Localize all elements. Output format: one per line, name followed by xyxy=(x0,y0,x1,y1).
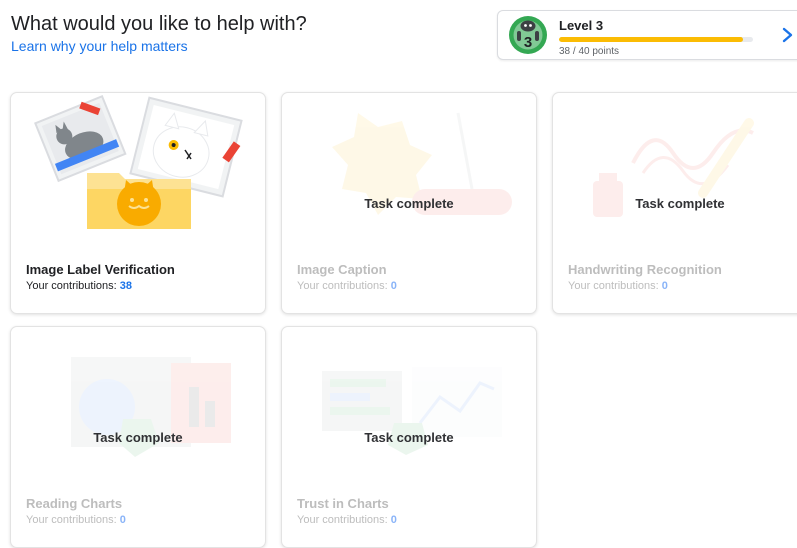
contributions-label: Your contributions: xyxy=(26,280,120,292)
task-complete-label: Task complete xyxy=(364,430,454,445)
task-contributions: Your contributions: 38 xyxy=(26,280,132,292)
task-contributions: Your contributions: 0 xyxy=(568,280,668,292)
task-contributions: Your contributions: 0 xyxy=(26,514,126,526)
handwriting-illustration-icon xyxy=(593,118,754,217)
level-points: 38 / 40 points xyxy=(559,46,620,57)
contributions-label: Your contributions: xyxy=(297,280,391,292)
contributions-count: 0 xyxy=(119,514,126,526)
task-contributions: Your contributions: 0 xyxy=(297,280,397,292)
task-complete-label: Task complete xyxy=(93,430,183,445)
page-title: What would you like to help with? xyxy=(11,13,307,35)
task-card-image-label-verification[interactable]: Image Label Verification Your contributi… xyxy=(10,92,266,314)
task-name: Handwriting Recognition xyxy=(568,262,722,277)
contributions-label: Your contributions: xyxy=(568,280,662,292)
task-name: Image Label Verification xyxy=(26,262,175,277)
learn-why-link[interactable]: Learn why your help matters xyxy=(11,38,188,54)
level-badge-icon: 3 xyxy=(509,16,547,54)
reading-charts-illustration-icon xyxy=(71,357,231,457)
task-contributions: Your contributions: 0 xyxy=(297,514,397,526)
contributions-label: Your contributions: xyxy=(26,514,120,526)
image-caption-illustration-icon xyxy=(332,112,512,215)
level-progress-bar xyxy=(559,37,753,42)
contributions-count: 38 xyxy=(119,280,133,292)
task-name: Trust in Charts xyxy=(297,496,389,511)
task-name: Image Caption xyxy=(297,262,387,277)
task-card-image-caption[interactable]: Task complete Image Caption Your contrib… xyxy=(281,92,537,314)
task-complete-label: Task complete xyxy=(364,196,454,211)
contributions-count: 0 xyxy=(390,280,397,292)
level-title: Level 3 xyxy=(559,18,604,33)
level-card[interactable]: 3 Level 3 38 / 40 points xyxy=(497,10,797,60)
image-label-illustration-icon xyxy=(34,95,243,229)
contributions-count: 0 xyxy=(661,280,668,292)
task-complete-label: Task complete xyxy=(635,196,725,211)
task-name: Reading Charts xyxy=(26,496,123,511)
contributions-label: Your contributions: xyxy=(297,514,391,526)
level-progress-fill xyxy=(559,37,744,42)
trust-in-charts-illustration-icon xyxy=(322,367,502,455)
level-badge-number: 3 xyxy=(524,34,532,51)
task-card-handwriting-recognition[interactable]: Task complete Handwriting Recognition Yo… xyxy=(552,92,797,314)
task-card-reading-charts[interactable]: Task complete Reading Charts Your contri… xyxy=(10,326,266,548)
task-card-trust-in-charts[interactable]: Task complete Trust in Charts Your contr… xyxy=(281,326,537,548)
chevron-right-icon[interactable] xyxy=(781,25,795,45)
contributions-count: 0 xyxy=(390,514,397,526)
